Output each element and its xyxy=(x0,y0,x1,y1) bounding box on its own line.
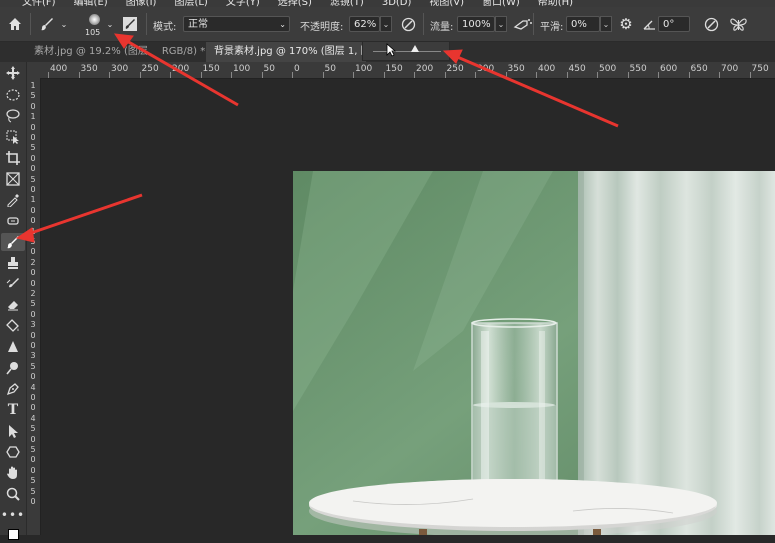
annotation-arrows xyxy=(15,33,619,243)
arrowhead-icon xyxy=(442,49,463,64)
arrowhead-icon xyxy=(114,33,134,49)
arrowhead-icon xyxy=(15,227,35,243)
arrow-to-brush-size xyxy=(124,38,239,107)
arrow-to-opacity-slider xyxy=(454,54,619,128)
arrow-to-brush-tool xyxy=(27,193,143,236)
